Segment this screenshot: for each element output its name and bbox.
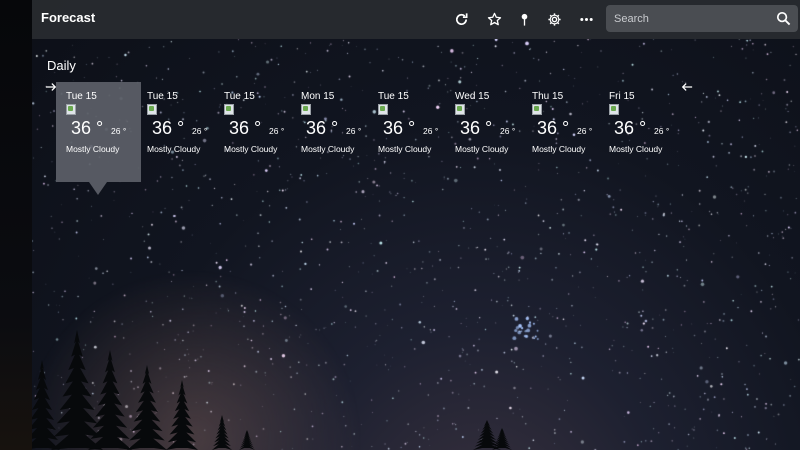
- high-temperature: 36 °: [460, 118, 493, 138]
- tree-silhouette: [32, 330, 512, 450]
- weather-condition-icon: [378, 104, 388, 115]
- day-label: Wed 15: [455, 91, 490, 102]
- weather-condition-icon: [532, 104, 542, 115]
- left-sidebar-strip: [0, 0, 32, 450]
- day-label: Tue 15: [224, 91, 255, 102]
- forecast-day-card[interactable]: Mon 15 36 ° 26 ° Mostly Cloudy: [291, 82, 376, 182]
- forecast-day-card[interactable]: Wed 15 36 ° 26 ° Mostly Cloudy: [445, 82, 530, 182]
- high-temperature: 36 °: [614, 118, 647, 138]
- day-label: Mon 15: [301, 91, 335, 102]
- app-title: Forecast: [41, 10, 96, 25]
- search-icon[interactable]: [775, 10, 792, 27]
- day-label: Tue 15: [66, 91, 97, 102]
- search-input[interactable]: [606, 11, 766, 26]
- day-label: Tue 15: [147, 91, 178, 102]
- section-title-daily: Daily: [47, 58, 76, 73]
- weather-condition-icon: [66, 104, 76, 115]
- star-icon[interactable]: [485, 10, 503, 28]
- condition-text: Mostly Cloudy: [609, 144, 663, 154]
- high-temperature: 36 °: [306, 118, 339, 138]
- low-temperature: 26 °: [500, 126, 516, 136]
- condition-text: Mostly Cloudy: [147, 144, 201, 154]
- title-bar: Forecast: [32, 0, 800, 39]
- low-temperature: 26 °: [346, 126, 362, 136]
- forecast-day-card[interactable]: Tue 15 36 ° 26 ° Mostly Cloudy: [214, 82, 299, 182]
- low-temperature: 26 °: [577, 126, 593, 136]
- day-label: Thu 15: [532, 91, 564, 102]
- app-window: Forecast Daily Tue 15 36 ° 26 ° Mostly Clou…: [0, 0, 800, 450]
- gear-icon[interactable]: [545, 10, 563, 28]
- weather-condition-icon: [301, 104, 311, 115]
- low-temperature: 26 °: [423, 126, 439, 136]
- search-box: [606, 5, 798, 32]
- low-temperature: 26 °: [654, 126, 670, 136]
- forecast-day-card[interactable]: Tue 15 36 ° 26 ° Mostly Cloudy: [56, 82, 141, 195]
- weather-condition-icon: [455, 104, 465, 115]
- condition-text: Mostly Cloudy: [224, 144, 278, 154]
- forecast-day-card[interactable]: Fri 15 36 ° 26 ° Mostly Cloudy: [599, 82, 684, 182]
- condition-text: Mostly Cloudy: [301, 144, 355, 154]
- more-icon[interactable]: [577, 10, 595, 28]
- high-temperature: 36 °: [229, 118, 262, 138]
- high-temperature: 36 °: [537, 118, 570, 138]
- condition-text: Mostly Cloudy: [378, 144, 432, 154]
- high-temperature: 36 °: [71, 118, 104, 138]
- forecast-day-card[interactable]: Tue 15 36 ° 26 ° Mostly Cloudy: [368, 82, 453, 182]
- pin-icon[interactable]: [515, 10, 533, 28]
- forecast-day-card[interactable]: Thu 15 36 ° 26 ° Mostly Cloudy: [522, 82, 607, 182]
- high-temperature: 36 °: [383, 118, 416, 138]
- low-temperature: 26 °: [269, 126, 285, 136]
- day-label: Tue 15: [378, 91, 409, 102]
- day-label: Fri 15: [609, 91, 635, 102]
- weather-condition-icon: [609, 104, 619, 115]
- condition-text: Mostly Cloudy: [66, 144, 120, 154]
- condition-text: Mostly Cloudy: [455, 144, 509, 154]
- weather-condition-icon: [224, 104, 234, 115]
- condition-text: Mostly Cloudy: [532, 144, 586, 154]
- refresh-icon[interactable]: [452, 10, 470, 28]
- weather-condition-icon: [147, 104, 157, 115]
- low-temperature: 26 °: [192, 126, 208, 136]
- low-temperature: 26 °: [111, 126, 127, 136]
- high-temperature: 36 °: [152, 118, 185, 138]
- forecast-day-card[interactable]: Tue 15 36 ° 26 ° Mostly Cloudy: [137, 82, 222, 182]
